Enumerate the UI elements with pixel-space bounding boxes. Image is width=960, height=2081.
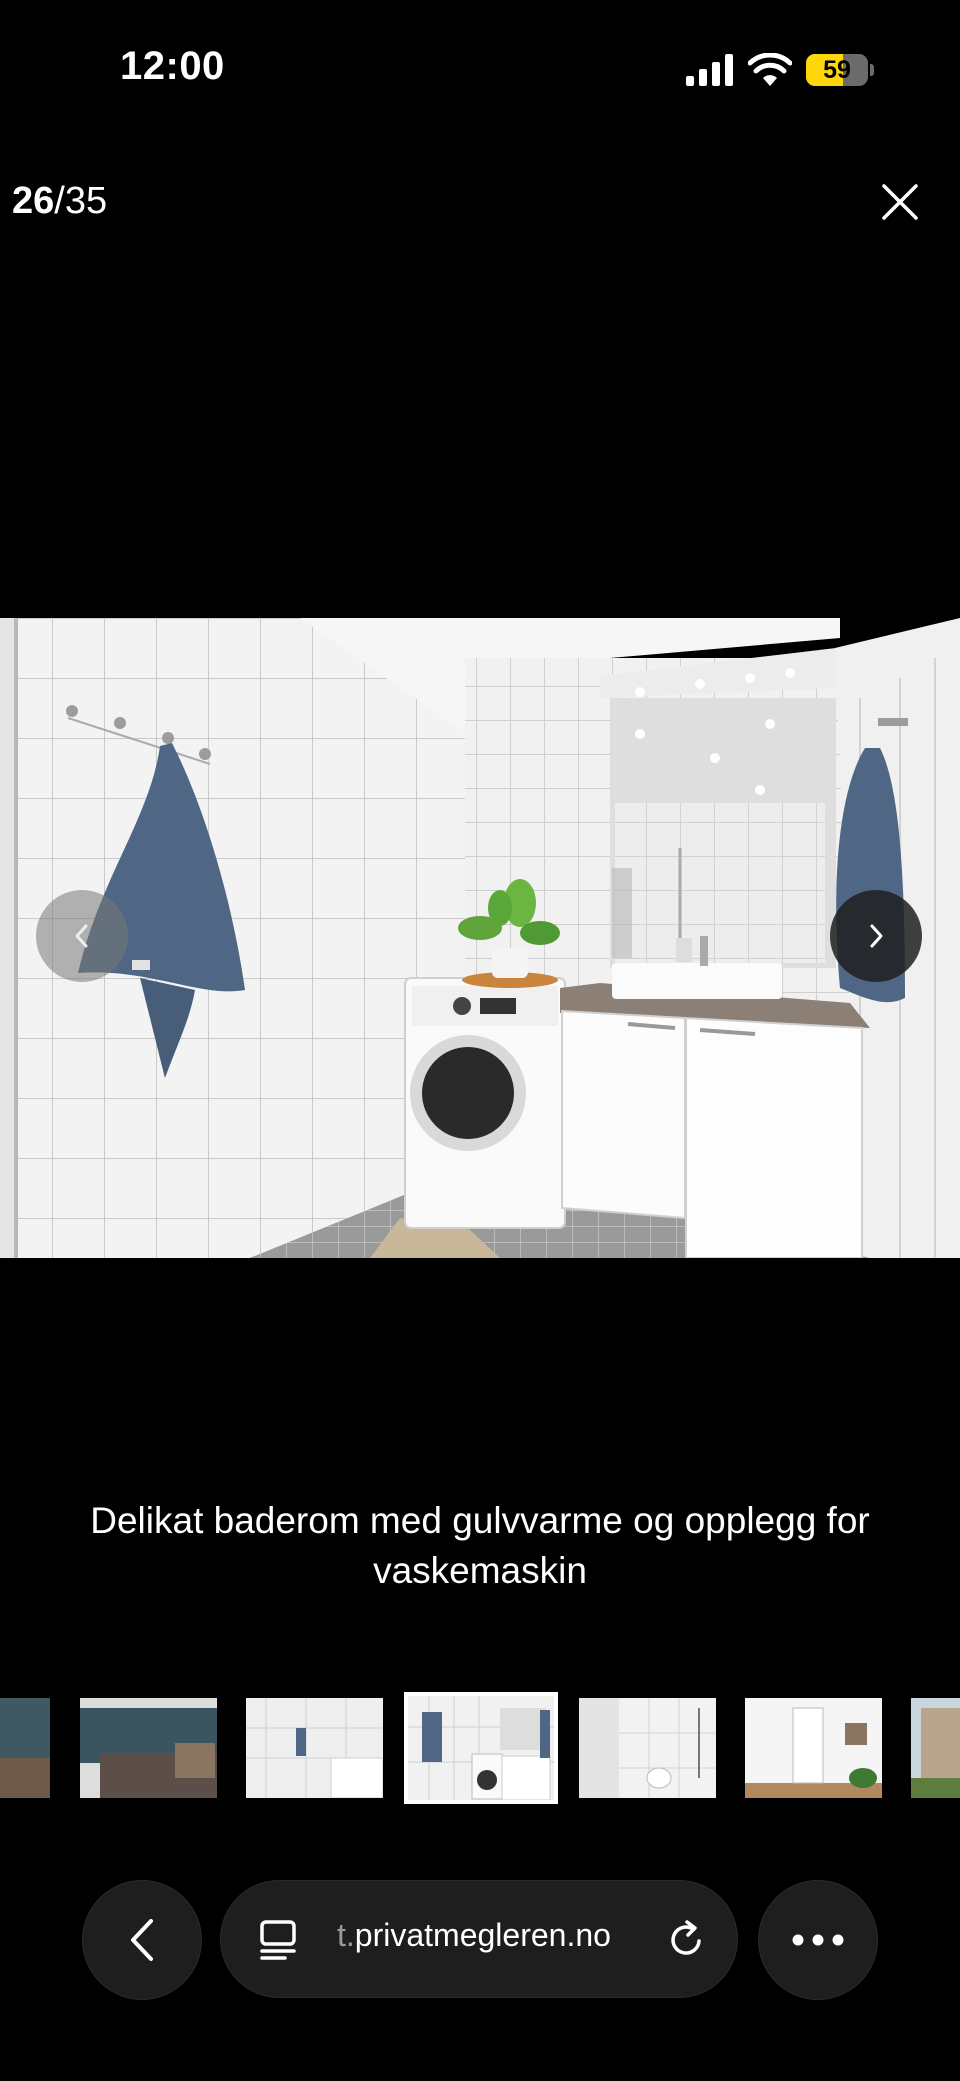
photo-counter: 26/35: [12, 180, 107, 223]
photo-counter-current: 26: [12, 180, 55, 222]
thumbnail-photo[interactable]: [745, 1698, 882, 1798]
cellular-signal-icon: [686, 54, 733, 86]
photo-caption: Delikat baderom med gulvvarme og opplegg…: [90, 1500, 870, 1591]
address-bar[interactable]: t.privatmegleren.no: [220, 1880, 738, 1998]
more-icon: [792, 1934, 844, 1946]
chevron-left-icon: [75, 924, 88, 948]
thumbnail-photo-active[interactable]: [404, 1692, 558, 1804]
thumbnail-photo[interactable]: [246, 1698, 383, 1798]
thumbnail-strip: [0, 1692, 960, 1806]
more-options-button[interactable]: [758, 1880, 878, 2000]
main-photo: [0, 618, 960, 1258]
browser-back-button[interactable]: [82, 1880, 202, 2000]
thumbnail-photo[interactable]: [80, 1698, 217, 1798]
next-photo-button[interactable]: [830, 890, 922, 982]
url-text[interactable]: t.privatmegleren.no: [337, 1917, 611, 1954]
close-icon: [882, 184, 918, 220]
close-button[interactable]: [876, 178, 924, 226]
wifi-icon: [748, 53, 792, 86]
back-icon: [131, 1919, 153, 1961]
reload-icon[interactable]: [667, 1919, 707, 1961]
status-time: 12:00: [120, 44, 225, 88]
url-domain: privatmegleren.no: [354, 1917, 611, 1953]
battery-cap: [870, 64, 874, 76]
battery-indicator: 59: [806, 54, 868, 86]
status-icons: 59: [686, 52, 874, 88]
previous-photo-button[interactable]: [36, 890, 128, 982]
thumbnail-photo[interactable]: [911, 1698, 960, 1798]
photo-counter-total: /35: [54, 180, 108, 222]
thumbnail-photo[interactable]: [579, 1698, 716, 1798]
tab-overview-icon[interactable]: [259, 1919, 299, 1961]
battery-level: 59: [823, 55, 851, 84]
url-prefix: t.: [337, 1917, 355, 1953]
chevron-right-icon: [870, 924, 883, 948]
thumbnail-photo[interactable]: [0, 1698, 50, 1798]
